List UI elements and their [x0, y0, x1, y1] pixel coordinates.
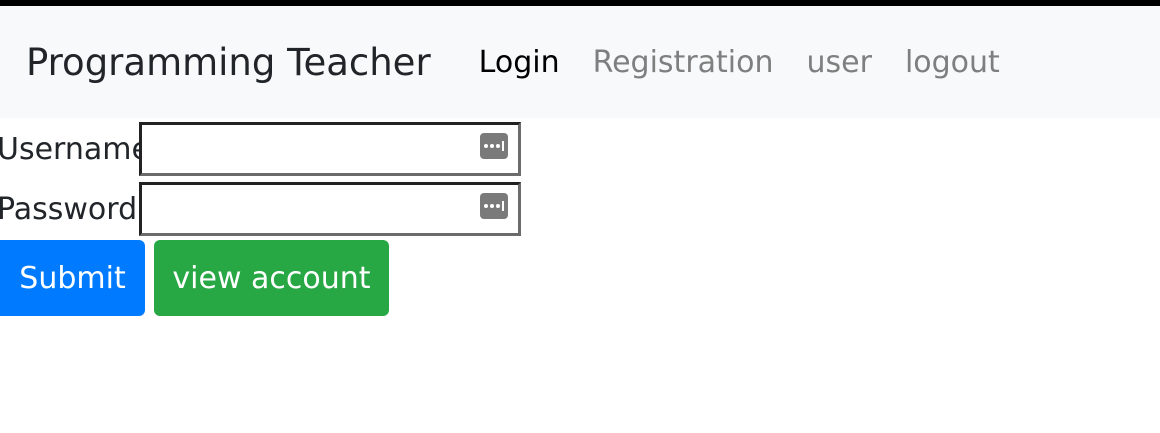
password-field-wrapper: [139, 182, 521, 236]
username-label: Username: [0, 131, 150, 167]
submit-button[interactable]: Submit: [0, 240, 145, 316]
navbar: Programming Teacher Login Registration u…: [0, 6, 1160, 118]
password-manager-icon[interactable]: [480, 133, 508, 159]
form-buttons: Submit view account: [0, 240, 1160, 316]
username-input[interactable]: [139, 122, 521, 176]
nav-links: Login Registration user logout: [479, 45, 1033, 80]
username-row: Username: [0, 120, 1160, 178]
nav-link-user[interactable]: user: [807, 45, 872, 80]
password-input[interactable]: [139, 182, 521, 236]
username-field-wrapper: [139, 122, 521, 176]
nav-link-login[interactable]: Login: [479, 45, 560, 80]
nav-link-logout[interactable]: logout: [905, 45, 1000, 80]
password-row: Password: [0, 180, 1160, 238]
password-manager-icon[interactable]: [480, 193, 508, 219]
nav-link-registration[interactable]: Registration: [593, 45, 774, 80]
password-label: Password: [0, 191, 138, 227]
login-form: Username Password Submit view account: [0, 120, 1160, 316]
view-account-button[interactable]: view account: [154, 240, 389, 316]
navbar-brand[interactable]: Programming Teacher: [26, 41, 431, 84]
